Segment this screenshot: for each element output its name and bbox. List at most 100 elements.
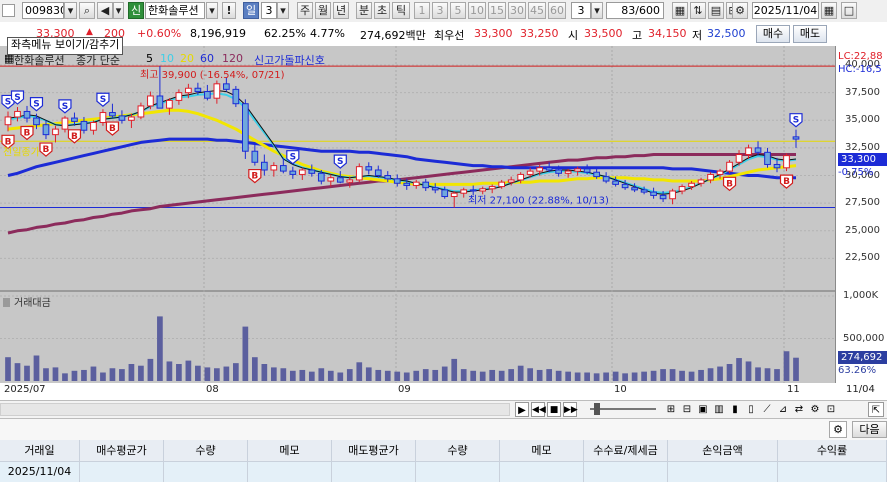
period-week-button[interactable]: 주 [297,2,313,19]
price-chart[interactable]: S SS SSS SSBBBBBBB B최고 39,900 (-16.54%, 07/2… [0,46,835,383]
interval-5-button[interactable]: 5 [450,2,466,19]
volume-bar [223,366,230,381]
candle-body [109,112,116,117]
volume-bar [565,371,571,381]
volume-bar [574,372,581,381]
interval-15-button[interactable]: 15 [488,2,506,19]
sell-button[interactable]: 매도 [793,25,827,43]
interval-45-button[interactable]: 45 [528,2,546,19]
candle-body [71,117,78,122]
scroll-right-arrow-icon[interactable]: ▶ [515,402,529,417]
settings-small-icon[interactable]: ⚙ [808,402,822,417]
bar-icon[interactable]: ▯ [744,402,758,417]
period-minute-button[interactable]: 분 [356,2,372,19]
count-select[interactable]: 3 [571,2,591,19]
low-price: 32,500 [707,27,746,40]
speaker-dropdown-arrow[interactable]: ▾ [113,2,124,19]
zoom-out-icon[interactable]: ⊟ [680,402,694,417]
row-cell[interactable] [80,462,164,482]
candle-body [156,95,164,109]
volume-bar [508,369,515,381]
row-cell[interactable] [668,462,778,482]
settings-icon[interactable]: ⚙ [732,2,748,19]
buy-button[interactable]: 매수 [756,25,790,43]
fullscreen-icon[interactable]: □ [841,2,857,19]
volume-bar [251,357,258,381]
forward-icon[interactable]: ▶▶ [563,402,578,417]
volume-bar [62,373,68,381]
row-cell[interactable] [416,462,500,482]
candle-body [707,173,714,181]
chart-area[interactable]: S S S S S S S S B B B B B B B B 최고 39,900 (-16.54%, 07/2… [0,46,835,383]
expand-icon[interactable]: ⇱ [868,402,884,417]
candle-body [526,170,534,175]
volume-bar [318,368,325,381]
code-dropdown-arrow[interactable]: ▾ [64,2,77,19]
name-dropdown-arrow[interactable]: ▾ [206,2,218,19]
candle-body [716,170,724,175]
volume-bar [470,370,477,381]
count-select-arrow[interactable]: ▾ [591,2,603,19]
scroll-track[interactable] [0,403,510,416]
zoom-in-icon[interactable]: ⊞ [664,402,678,417]
sell-signal-icon: S [333,154,347,169]
candle-body [488,186,496,190]
chart-type-icon[interactable]: ▥ [712,402,726,417]
row-cell[interactable] [500,462,584,482]
layout-icon[interactable]: ▣ [696,402,710,417]
menu-toggle-checkbox[interactable] [2,4,15,17]
row-cell[interactable] [778,462,887,482]
screenshot-icon[interactable]: ⊡ [824,402,838,417]
stop-icon[interactable]: ■ [547,402,561,417]
candle-body [232,88,240,105]
indicator-icon[interactable]: ⊿ [776,402,790,417]
interval-30-button[interactable]: 30 [508,2,526,19]
period-second-button[interactable]: 초 [374,2,390,19]
volume-bar [195,365,201,381]
period-year-button[interactable]: 년 [333,2,349,19]
interval-1-button[interactable]: 1 [414,2,430,19]
interval-3-button[interactable]: 3 [432,2,448,19]
period-day-button[interactable]: 일 [243,2,259,19]
row-date[interactable]: 2025/11/04 [0,462,80,482]
zoom-slider-handle[interactable] [594,403,600,415]
row-cell[interactable] [164,462,248,482]
row-cell[interactable] [248,462,332,482]
col-sell-avg: 매도평균가 [332,440,416,462]
calendar-icon[interactable]: ▦ [821,2,837,19]
trade-amount: 274,692백만 [360,29,426,42]
speaker-icon[interactable]: ◀ [97,2,113,19]
volume-value: 8,196,919 [190,27,246,40]
line-icon[interactable]: ⟋ [760,402,774,417]
interval-60-button[interactable]: 60 [548,2,566,19]
stock-code-input[interactable]: 009830 [22,2,64,19]
save-icon[interactable]: ▤ [708,2,724,19]
period-day-count[interactable]: 3 [261,2,277,19]
flip-icon[interactable]: ⇅ [690,2,706,19]
table-settings-icon[interactable]: ⚙ [829,421,847,438]
next-button[interactable]: 다음 [852,421,887,438]
stock-name-field[interactable]: 한화솔루션 [145,2,205,19]
candle-body [650,191,657,196]
svg-text:B: B [5,137,12,147]
period-tick-button[interactable]: 틱 [392,2,410,19]
volume-bar [242,326,249,381]
candle-icon[interactable]: ▮ [728,402,742,417]
row-cell[interactable] [332,462,416,482]
search-icon[interactable]: ⌕ [79,2,95,19]
period-month-button[interactable]: 월 [315,2,331,19]
volume-bar [584,372,590,381]
period-count-dropdown[interactable]: ▾ [277,2,289,19]
grid-icon[interactable]: ▦ [672,2,688,19]
volume-bar [384,370,391,381]
chart-scrollbar[interactable]: ▶ ◀◀ ■ ▶▶ ⊞ ⊟ ▣ ▥ ▮ ▯ ⟋ ⊿ ⇄ ⚙ ⊡ ⇱ [0,400,887,419]
alert-button[interactable]: ! [222,2,236,19]
date-field[interactable]: 2025/11/04 [752,2,819,19]
interval-10-button[interactable]: 10 [468,2,486,19]
volume-bar [460,369,467,381]
row-cell[interactable] [584,462,668,482]
svg-text:S: S [14,93,20,103]
rewind-icon[interactable]: ◀◀ [531,402,546,417]
sell-signal-icon: S [96,92,110,108]
compare-icon[interactable]: ⇄ [792,402,806,417]
